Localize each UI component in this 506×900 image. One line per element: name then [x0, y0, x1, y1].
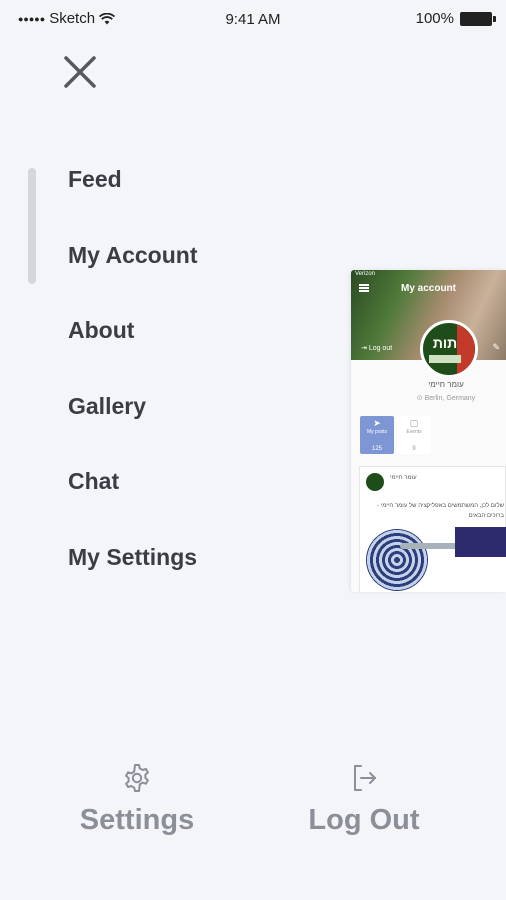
menu-item-my-account[interactable]: My Account	[68, 236, 198, 312]
menu-item-about[interactable]: About	[68, 311, 198, 387]
preview-post-card: עומר חיימי שלום לכן, המשתמשים באפליקציה …	[359, 466, 506, 592]
logout-button[interactable]: Log Out	[296, 762, 432, 837]
preview-tab-events: ▢ Events 9	[397, 416, 431, 454]
battery-icon	[460, 11, 496, 26]
preview-logout-link: ⇥ Log out	[361, 345, 393, 352]
side-menu: Feed My Account About Gallery Chat My Se…	[68, 160, 198, 613]
status-bar: ●●●●● Sketch 9:41 AM 100%	[0, 0, 506, 40]
preview-tab-events-count: 9	[412, 446, 416, 452]
preview-post-avatar	[366, 473, 384, 491]
close-button[interactable]	[60, 52, 100, 92]
preview-post-author: עומר חיימי	[390, 475, 417, 481]
preview-logout-label: Log out	[368, 345, 393, 352]
preview-tab-my-posts: ➤ My posts 125	[360, 416, 394, 454]
preview-post-banner	[455, 527, 506, 557]
menu-item-my-settings[interactable]: My Settings	[68, 538, 198, 614]
preview-profile-location: ⊙ Berlin, Germany	[416, 395, 476, 402]
logout-icon	[354, 765, 376, 791]
preview-edit-icon: ✎	[492, 342, 500, 352]
preview-title: My account	[400, 283, 456, 294]
gear-icon	[125, 764, 149, 792]
preview-post-text: שלום לכן, המשתמשים באפליקציה של עומר חיי…	[377, 503, 504, 519]
menu-item-chat[interactable]: Chat	[68, 462, 198, 538]
preview-location-text: Berlin, Germany	[424, 395, 476, 402]
status-right: 100%	[415, 10, 496, 27]
logout-label: Log Out	[308, 804, 420, 836]
settings-button[interactable]: Settings	[72, 762, 202, 837]
send-icon: ➤	[373, 418, 381, 428]
preview-post-image	[360, 527, 506, 592]
preview-avatar-subbox	[429, 355, 461, 363]
menu-item-gallery[interactable]: Gallery	[68, 387, 198, 463]
scroll-indicator[interactable]	[28, 168, 36, 284]
settings-label: Settings	[79, 804, 195, 836]
preview-tab-events-label: Events	[406, 429, 422, 435]
menu-item-feed[interactable]: Feed	[68, 160, 198, 236]
preview-avatar: תות	[420, 320, 478, 378]
preview-avatar-text: תות	[432, 335, 458, 351]
close-icon	[64, 56, 96, 88]
battery-percent: 100%	[415, 10, 454, 27]
app-preview-panel[interactable]: Verizon My account ⇥ Log out ✎ תות עומר …	[351, 270, 506, 592]
preview-maze-graphic	[366, 529, 428, 591]
calendar-icon: ▢	[409, 418, 419, 428]
preview-status-carrier: Verizon	[355, 271, 376, 277]
preview-tab-posts-label: My posts	[366, 429, 387, 435]
preview-profile-name: עומר חיימי	[428, 380, 464, 389]
preview-tab-posts-count: 125	[371, 446, 382, 452]
